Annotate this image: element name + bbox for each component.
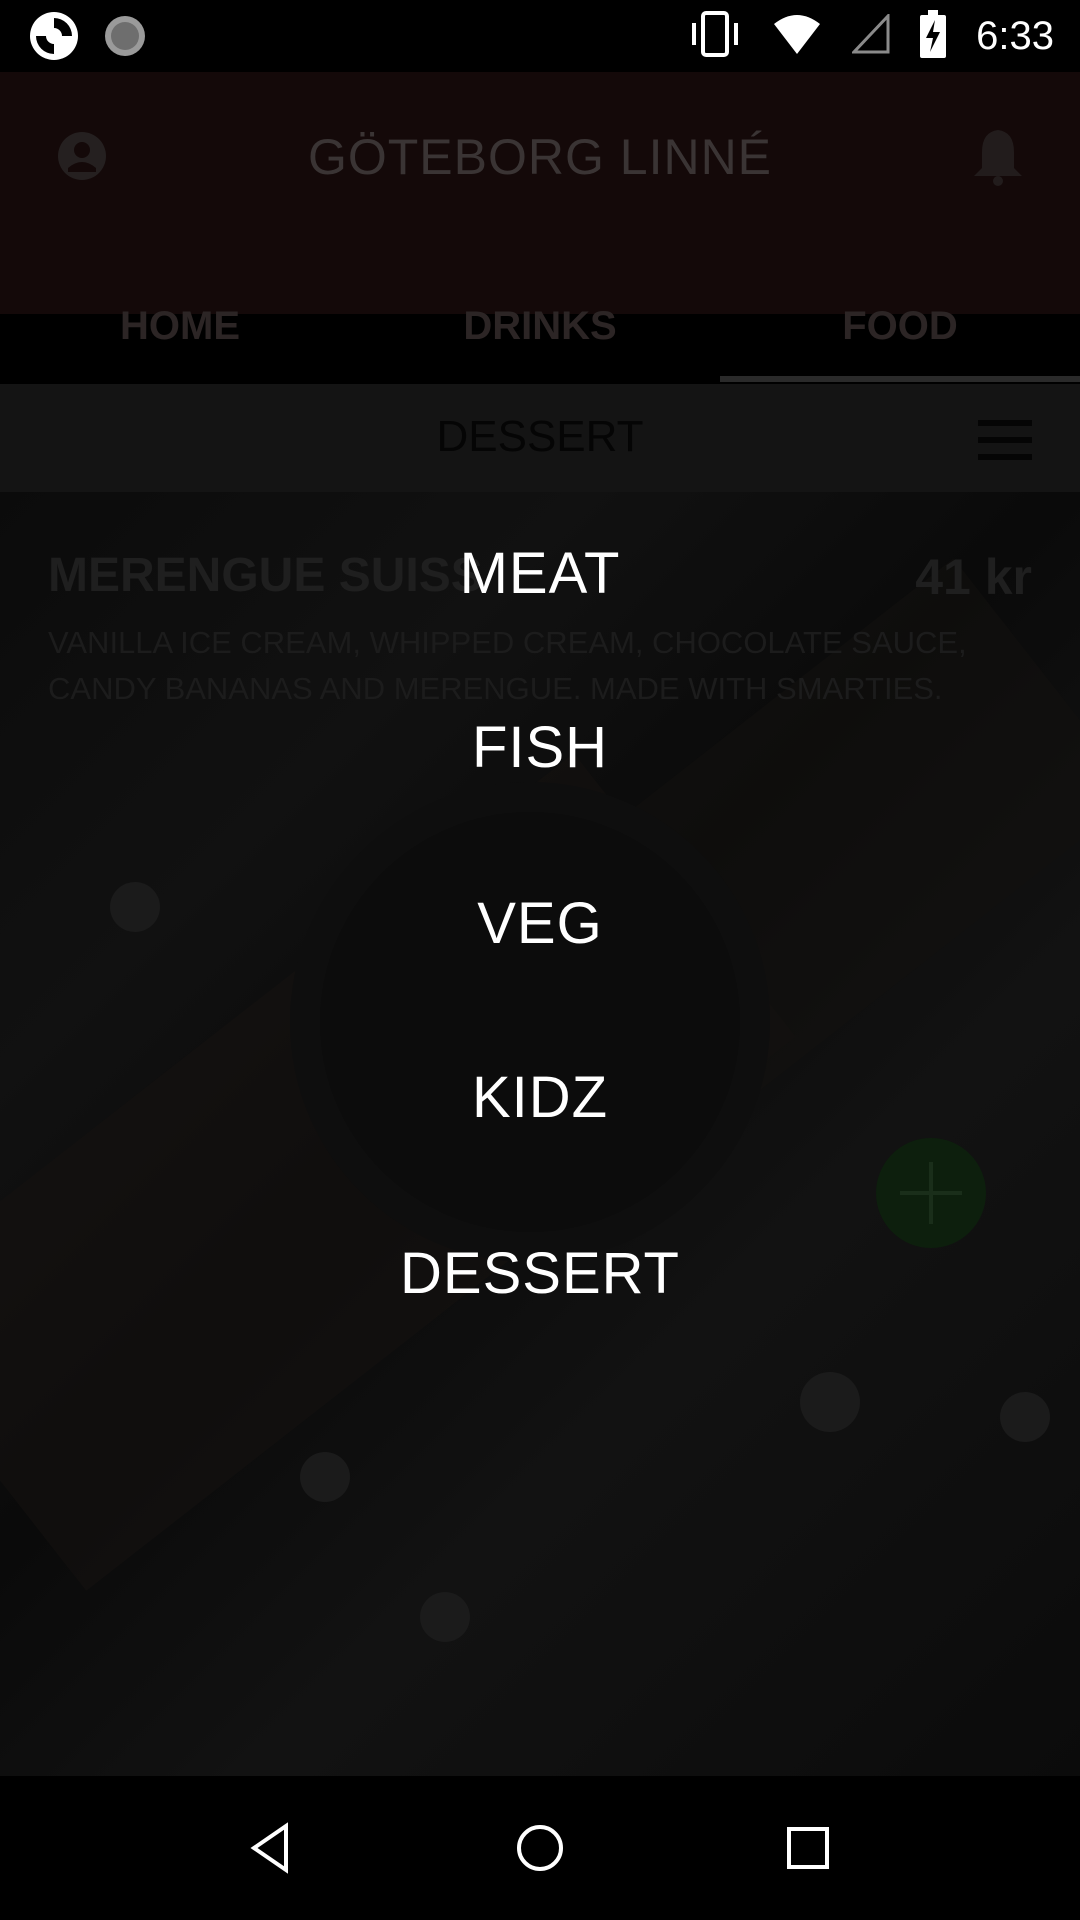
hamburger-menu-icon[interactable] [978,420,1032,460]
category-bar: DESSERT [0,384,1080,494]
notification-bell-icon[interactable] [970,126,1026,191]
tab-food[interactable]: FOOD [720,276,1080,376]
wifi-icon [772,12,822,61]
app-header: GÖTEBORG LINNÉ HOME DRINKS FOOD [0,72,1080,348]
tab-home[interactable]: HOME [0,276,360,376]
status-bar: 6:33 [0,0,1080,72]
selected-tab-indicator [720,376,1080,382]
app-title: GÖTEBORG LINNÉ [307,129,773,185]
category-option-dessert[interactable]: DESSERT [0,1240,1080,1307]
back-icon[interactable] [240,1816,304,1880]
navigation-bar [0,1776,1080,1920]
category-option-fish[interactable]: FISH [0,714,1080,781]
category-option-kidz[interactable]: KIDZ [0,1064,1080,1131]
loading-icon [102,13,148,64]
vibrate-icon [688,9,742,64]
category-menu-overlay: MEAT FISH VEG KIDZ DESSERT [0,492,1080,1306]
screen: 6:33 GÖTEBORG LINNÉ HOME DRINKS FOOD DES… [0,0,1080,1920]
status-time: 6:33 [976,14,1054,58]
category-option-veg[interactable]: VEG [0,890,1080,957]
home-icon[interactable] [508,1816,572,1880]
tab-drinks[interactable]: DRINKS [360,276,720,376]
recents-icon[interactable] [776,1816,840,1880]
tab-bar: HOME DRINKS FOOD [0,276,1080,386]
category-label: DESSERT [436,412,644,461]
category-option-meat[interactable]: MEAT [0,540,1080,607]
signal-icon [850,11,890,59]
app-logo-icon [28,10,80,67]
battery-charging-icon [920,9,947,63]
